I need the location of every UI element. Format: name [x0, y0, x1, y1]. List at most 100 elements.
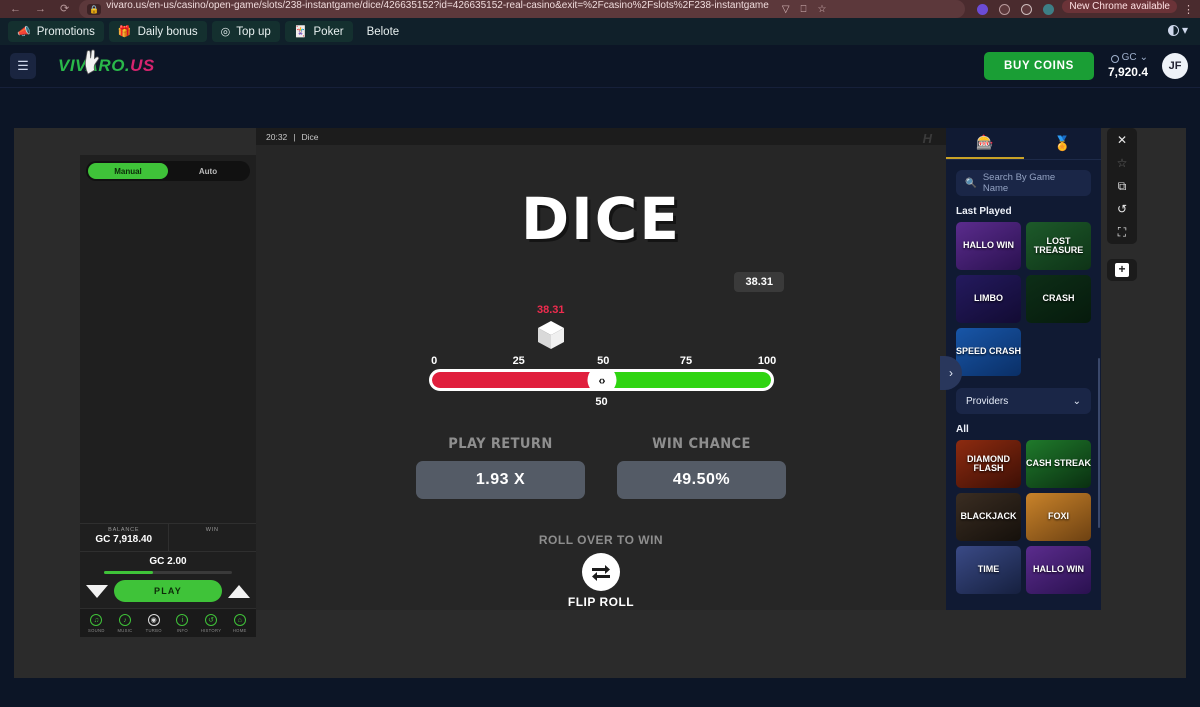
- win-chance-stat: WIN CHANCE 49.50%: [617, 436, 786, 499]
- mode-manual-button[interactable]: Manual: [88, 163, 168, 179]
- tool-label: INFO: [176, 628, 188, 633]
- search-input[interactable]: 🔍 Search By Game Name: [956, 170, 1091, 196]
- promo-item-top-up[interactable]: ◎ Top up: [211, 21, 280, 42]
- game-tile-title: HALLO WIN: [963, 240, 1014, 251]
- promo-item-promotions[interactable]: 📣 Promotions: [8, 21, 104, 42]
- providers-dropdown[interactable]: Providers ⌄: [956, 388, 1091, 414]
- panel-empty-area: [80, 187, 256, 523]
- game-tile-title: SPEED CRASH: [956, 346, 1021, 357]
- tab-slots[interactable]: 🎰: [946, 128, 1024, 159]
- tab-tournaments[interactable]: 🏅: [1024, 128, 1102, 159]
- tool-home[interactable]: ⌂ HOME: [225, 614, 254, 633]
- site-logo[interactable]: VIVARO.US: [58, 49, 155, 76]
- last-result-badge: 38.31: [734, 272, 784, 292]
- game-tile[interactable]: DIAMOND FLASH: [956, 440, 1021, 488]
- cast-icon[interactable]: ⎕: [801, 4, 807, 15]
- address-bar[interactable]: 🔒 vivaro.us/en-us/casino/open-game/slots…: [79, 0, 966, 18]
- slider-value-label: 50: [595, 396, 608, 408]
- turbo-icon: ◉: [147, 614, 160, 626]
- tool-music[interactable]: ♪ MUSIC: [111, 614, 140, 633]
- buy-coins-button[interactable]: BUY COINS: [983, 52, 1094, 80]
- browser-nav-icons: ← → ⟳: [0, 3, 79, 15]
- close-icon[interactable]: ✕: [1117, 134, 1127, 146]
- search-icon: 🔍: [965, 177, 977, 189]
- extension-teal-icon[interactable]: [1043, 3, 1055, 15]
- promo-item-daily-bonus[interactable]: 🎁 Daily bonus: [108, 21, 207, 42]
- tick-label: 50: [597, 355, 610, 367]
- logo-text-primary: VIVARO: [58, 56, 125, 75]
- extension-shield-icon[interactable]: [1021, 3, 1033, 15]
- balance-cell: BALANCE GC 7,918.40: [80, 524, 168, 551]
- tool-sound[interactable]: ♫ SOUND: [82, 614, 111, 633]
- flip-roll-section[interactable]: ROLL OVER TO WIN FLIP ROLL: [256, 533, 946, 609]
- play-button[interactable]: PLAY: [114, 580, 222, 602]
- slider-track[interactable]: ‹›: [429, 369, 774, 391]
- game-stats: PLAY RETURN 1.93 X WIN CHANCE 49.50%: [416, 436, 786, 499]
- back-icon[interactable]: ←: [10, 3, 21, 15]
- sidebar-tabs: 🎰 🏅: [946, 128, 1101, 160]
- game-tile-title: BLACKJACK: [960, 511, 1017, 522]
- promo-item-belote[interactable]: Belote: [358, 22, 409, 42]
- play-return-stat: PLAY RETURN 1.93 X: [416, 436, 585, 499]
- chrome-update-pill[interactable]: New Chrome available: [1062, 0, 1177, 13]
- balance-label: BALANCE: [108, 527, 140, 533]
- refresh-icon[interactable]: ↺: [1117, 203, 1127, 215]
- reload-icon[interactable]: ⟳: [60, 3, 69, 15]
- add-game-button[interactable]: +: [1107, 259, 1137, 281]
- contrast-icon: [1167, 24, 1179, 36]
- providers-label: Providers: [966, 395, 1009, 407]
- header-actions: ▾ BUY COINS GC ⌄ 7,920.4 JF: [983, 23, 1200, 80]
- game-tile[interactable]: SPEED CRASH: [956, 328, 1021, 376]
- extension-outline-icon[interactable]: [999, 3, 1011, 15]
- flip-roll-label: FLIP ROLL: [567, 595, 635, 609]
- game-controls-panel: Manual Auto BALANCE GC 7,918.40 WIN GC 2…: [80, 155, 256, 637]
- game-tile[interactable]: CRASH: [1026, 275, 1091, 323]
- home-icon: ⌂: [233, 614, 246, 626]
- menu-icon[interactable]: ☰: [10, 53, 36, 79]
- game-tile[interactable]: CASH STREAK: [1026, 440, 1091, 488]
- fullscreen-icon[interactable]: ⛶: [1118, 226, 1126, 238]
- tool-info[interactable]: i INFO: [168, 614, 197, 633]
- url-text: vivaro.us/en-us/casino/open-game/slots/2…: [106, 0, 769, 11]
- forward-icon[interactable]: →: [35, 3, 46, 15]
- extension-purple-icon[interactable]: [977, 3, 989, 15]
- game-clock: 20:32: [266, 131, 288, 142]
- sidebar-scrollbar[interactable]: [1098, 358, 1100, 528]
- tool-history[interactable]: ↺ HISTORY: [197, 614, 226, 633]
- increase-bet-button[interactable]: [228, 584, 250, 598]
- game-tile[interactable]: BLACKJACK: [956, 493, 1021, 541]
- dice-cube-icon: [538, 321, 564, 349]
- favorite-star-icon[interactable]: ☆: [1117, 157, 1128, 169]
- game-tile[interactable]: LOST TREASURE: [1026, 222, 1091, 270]
- currency-row: GC ⌄: [1108, 52, 1148, 65]
- dice-slider[interactable]: 38.31 0 25 50 75 100 ‹› 50: [429, 304, 777, 408]
- tool-label: HOME: [232, 628, 247, 633]
- bookmark-icon[interactable]: ☆: [818, 4, 827, 15]
- site-header: ☰ VIVARO.US ▾ BUY COINS GC ⌄ 7,920.4 JF: [0, 23, 1200, 88]
- slider-handle[interactable]: ‹›: [587, 372, 616, 388]
- game-separator: |: [293, 131, 296, 142]
- browser-menu-icon[interactable]: ⋮: [1177, 3, 1200, 16]
- tick-label: 100: [757, 355, 777, 367]
- game-tile[interactable]: HALLO WIN: [956, 222, 1021, 270]
- game-tile[interactable]: TIME: [956, 546, 1021, 594]
- share-icon[interactable]: ▽: [782, 4, 790, 15]
- flip-arrows-icon[interactable]: [582, 553, 620, 591]
- mode-auto-button[interactable]: Auto: [168, 163, 248, 179]
- game-tile[interactable]: HALLO WIN: [1026, 546, 1091, 594]
- duplicate-icon[interactable]: ⧉: [1118, 180, 1127, 192]
- tool-label: SOUND: [88, 628, 105, 633]
- avatar[interactable]: JF: [1162, 53, 1188, 79]
- theme-toggle[interactable]: ▾: [1167, 23, 1188, 37]
- promo-item-poker[interactable]: 🃏 Poker: [284, 21, 353, 42]
- tool-label: MUSIC: [117, 628, 133, 633]
- decrease-bet-button[interactable]: [86, 584, 108, 598]
- balance-win-row: BALANCE GC 7,918.40 WIN: [80, 523, 256, 552]
- balance-display[interactable]: GC ⌄ 7,920.4: [1108, 52, 1148, 80]
- tool-turbo[interactable]: ◉ TURBO: [139, 614, 168, 633]
- info-icon: i: [176, 614, 189, 626]
- bet-slider[interactable]: [104, 571, 232, 574]
- game-tile[interactable]: LIMBO: [956, 275, 1021, 323]
- megaphone-icon: 📣: [17, 26, 31, 38]
- game-tile[interactable]: FOXI: [1026, 493, 1091, 541]
